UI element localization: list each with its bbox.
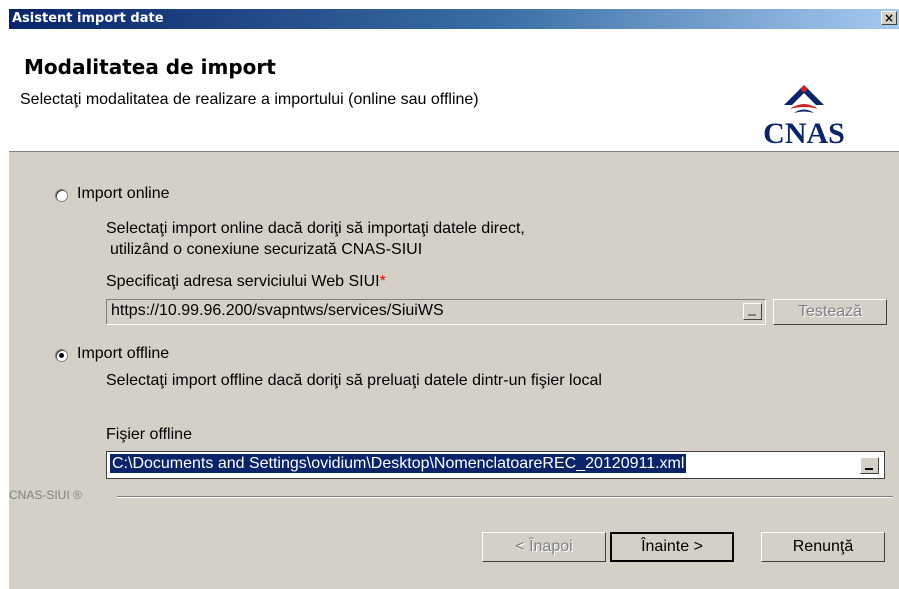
logo-text: CNAS <box>763 117 845 150</box>
cnas-emblem-icon <box>784 85 824 113</box>
url-browse-button[interactable] <box>743 303 762 320</box>
page-subtitle: Selectaţi modalitatea de realizare a imp… <box>20 91 479 108</box>
window-title: Asistent import date <box>12 11 164 26</box>
file-path-field[interactable]: C:\Documents and Settings\ovidium\Deskto… <box>106 451 885 479</box>
close-button[interactable]: × <box>881 11 897 25</box>
footer-brand: CNAS-SIUI ® <box>9 488 82 502</box>
url-label-text: Specificaţi adresa serviciului Web SIUI <box>106 273 380 290</box>
import-online-radio[interactable] <box>55 189 68 202</box>
import-online-label[interactable]: Import online <box>77 185 170 203</box>
back-button[interactable]: < Înapoi <box>482 532 606 562</box>
url-field[interactable]: https://10.99.96.200/svapntws/services/S… <box>106 299 766 325</box>
import-online-desc-1: Selectaţi import online dacă doriţi să i… <box>106 220 525 237</box>
title-bar[interactable]: Asistent import date × <box>9 9 899 29</box>
import-offline-label[interactable]: Import offline <box>77 345 169 363</box>
required-mark: * <box>379 273 386 290</box>
next-button[interactable]: Înainte > <box>610 532 734 562</box>
page-title: Modalitatea de import <box>24 55 276 79</box>
radio-selected-dot <box>59 353 64 358</box>
url-label: Specificaţi adresa serviciului Web SIUI* <box>106 273 386 291</box>
file-browse-button[interactable] <box>860 457 879 474</box>
test-button[interactable]: Testează <box>773 299 887 325</box>
cancel-button[interactable]: Renunţă <box>761 532 885 562</box>
wizard-header: Modalitatea de import Selectaţi modalita… <box>9 29 899 152</box>
import-offline-desc: Selectaţi import offline dacă doriţi să … <box>106 372 602 389</box>
import-online-desc-2: utilizând o conexiune securizată CNAS-SI… <box>110 241 423 258</box>
import-offline-radio[interactable] <box>55 349 68 362</box>
footer-divider <box>117 496 893 498</box>
import-wizard-window: Asistent import date × Modalitatea de im… <box>8 8 899 589</box>
file-path-text: C:\Documents and Settings\ovidium\Deskto… <box>110 454 687 473</box>
cnas-logo: CNAS <box>744 79 864 150</box>
file-label: Fişier offline <box>106 426 192 443</box>
